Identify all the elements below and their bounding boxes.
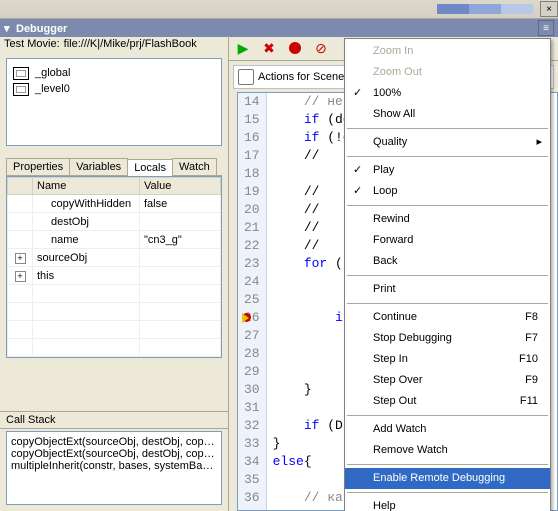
- submenu-arrow-icon: ▸: [536, 134, 542, 151]
- menu-step-out[interactable]: Step OutF11: [345, 391, 550, 412]
- locals-table[interactable]: Name Value copyWithHiddenfalsedestObjnam…: [6, 176, 222, 358]
- panel-options-button[interactable]: ≡: [538, 20, 554, 36]
- callstack-item[interactable]: copyObjectExt(sourceObj, destObj, copy..…: [11, 448, 217, 460]
- stop-button[interactable]: ✖: [261, 40, 277, 56]
- callstack-title: Call Stack: [0, 411, 228, 429]
- collapse-icon[interactable]: ▾: [4, 22, 12, 35]
- menu-show-all[interactable]: Show All: [345, 104, 550, 125]
- menu-add-watch[interactable]: Add Watch: [345, 419, 550, 440]
- continue-button[interactable]: ▶: [235, 40, 251, 56]
- menu-forward[interactable]: Forward: [345, 230, 550, 251]
- object-icon: [13, 83, 29, 96]
- check-icon: ✓: [353, 162, 362, 179]
- var-tabs: Properties Variables Locals Watch: [6, 158, 222, 176]
- menu-enable-remote-debugging[interactable]: Enable Remote Debugging: [345, 468, 550, 489]
- col-expand: [8, 178, 33, 195]
- menu-zoom-in: Zoom In: [345, 41, 550, 62]
- table-row[interactable]: destObj: [8, 213, 221, 231]
- breakpoint-remove-button[interactable]: ⊘: [313, 40, 329, 56]
- menu-step-over[interactable]: Step OverF9: [345, 370, 550, 391]
- table-row[interactable]: +this: [8, 267, 221, 285]
- test-movie-label: Test Movie:: [4, 38, 60, 50]
- menu-rewind[interactable]: Rewind: [345, 209, 550, 230]
- tab-locals[interactable]: Locals: [127, 159, 173, 176]
- tree-item[interactable]: _global: [13, 65, 215, 81]
- menu-play[interactable]: ✓Play: [345, 160, 550, 181]
- test-movie-row: Test Movie: file:///K|/Mike/prj/FlashBoo…: [0, 36, 228, 52]
- check-icon: ✓: [353, 183, 362, 200]
- col-value[interactable]: Value: [140, 178, 221, 195]
- tree-item[interactable]: _level0: [13, 81, 215, 97]
- col-name[interactable]: Name: [33, 178, 140, 195]
- table-row[interactable]: +sourceObj: [8, 249, 221, 267]
- close-button[interactable]: ×: [540, 1, 558, 17]
- menu-loop[interactable]: ✓Loop: [345, 181, 550, 202]
- menu-continue[interactable]: ContinueF8: [345, 307, 550, 328]
- check-icon: ✓: [353, 85, 362, 102]
- callstack-item[interactable]: multipleInherit(constr, bases, systemBas…: [11, 460, 217, 472]
- test-movie-path: file:///K|/Mike/prj/FlashBook: [64, 38, 197, 50]
- table-row[interactable]: copyWithHiddenfalse: [8, 195, 221, 213]
- window-titlebar: ×: [0, 0, 558, 19]
- menu-help[interactable]: Help: [345, 496, 550, 511]
- actions-label: Actions for Scene: [258, 71, 344, 83]
- breakpoint-button[interactable]: [287, 40, 303, 56]
- context-menu: Zoom In Zoom Out ✓100% Show All Quality▸…: [344, 38, 551, 511]
- tree-label: _level0: [35, 83, 70, 95]
- expand-icon[interactable]: +: [15, 271, 26, 282]
- expand-icon[interactable]: +: [15, 253, 26, 264]
- menu-print[interactable]: Print: [345, 279, 550, 300]
- menu-back[interactable]: Back: [345, 251, 550, 272]
- object-tree[interactable]: _global _level0: [6, 58, 222, 146]
- panel-title-bar: ▾ Debugger ≡: [0, 19, 558, 37]
- tab-watch[interactable]: Watch: [172, 158, 217, 175]
- actions-icon: [238, 69, 254, 85]
- panel-title: Debugger: [16, 23, 67, 35]
- menu-100[interactable]: ✓100%: [345, 83, 550, 104]
- menu-zoom-out: Zoom Out: [345, 62, 550, 83]
- callstack-item[interactable]: copyObjectExt(sourceObj, destObj, copy..…: [11, 436, 217, 448]
- menu-stop-debugging[interactable]: Stop DebuggingF7: [345, 328, 550, 349]
- tab-variables[interactable]: Variables: [69, 158, 128, 175]
- callstack-list[interactable]: copyObjectExt(sourceObj, destObj, copy..…: [6, 431, 222, 505]
- menu-step-in[interactable]: Step InF10: [345, 349, 550, 370]
- tree-label: _global: [35, 67, 70, 79]
- tab-properties[interactable]: Properties: [6, 158, 70, 175]
- menu-quality[interactable]: Quality▸: [345, 132, 550, 153]
- table-row[interactable]: name"cn3_g": [8, 231, 221, 249]
- object-icon: [13, 67, 29, 80]
- menu-remove-watch[interactable]: Remove Watch: [345, 440, 550, 461]
